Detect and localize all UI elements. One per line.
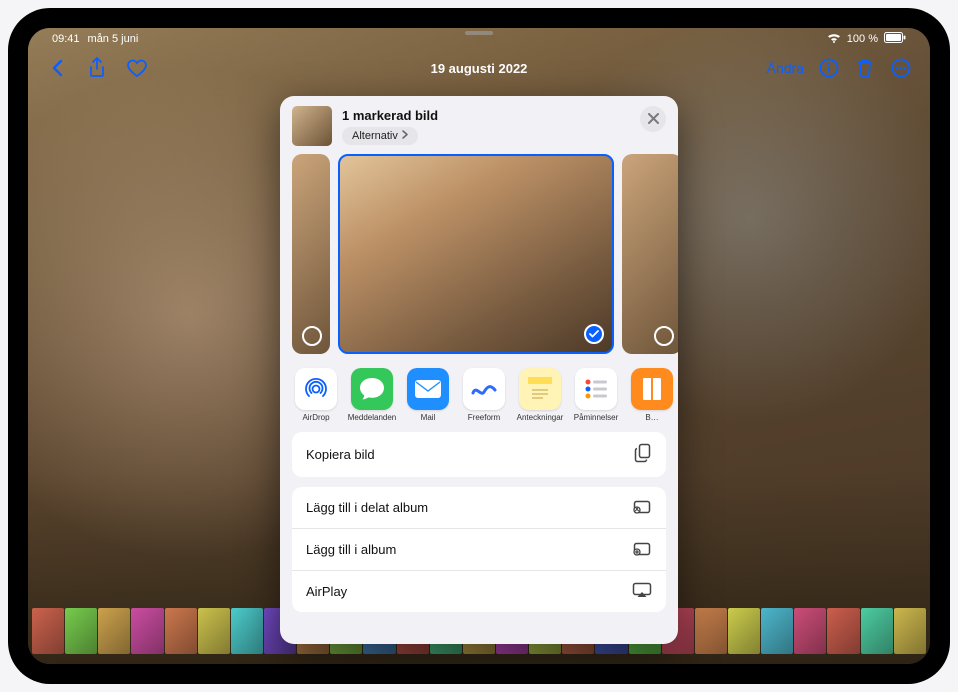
notes-icon: [519, 368, 561, 410]
photo-carousel[interactable]: [280, 154, 678, 354]
action-copy-label: Kopiera bild: [306, 447, 375, 462]
chevron-right-icon: [402, 130, 408, 142]
carousel-item-selected[interactable]: [338, 154, 614, 354]
share-sheet: 1 markerad bild Alternativ: [280, 96, 678, 644]
shared-album-icon: [632, 498, 652, 517]
messages-icon: [351, 368, 393, 410]
battery-text: 100 %: [847, 33, 878, 45]
share-app-airdrop[interactable]: AirDrop: [290, 368, 342, 422]
more-button[interactable]: [890, 57, 912, 79]
share-app-row[interactable]: AirDrop Meddelanden Mail Freeform Anteck…: [280, 354, 678, 432]
edit-button[interactable]: Ändra: [767, 60, 804, 76]
selection-ring-icon[interactable]: [654, 326, 674, 346]
share-app-reminders[interactable]: Påminnelser: [570, 368, 622, 422]
share-button[interactable]: [86, 57, 108, 79]
share-app-books[interactable]: B…: [626, 368, 678, 422]
airdrop-icon: [295, 368, 337, 410]
share-app-label: Påminnelser: [574, 414, 618, 422]
status-time: 09:41: [52, 33, 80, 45]
options-button[interactable]: Alternativ: [342, 127, 418, 145]
share-app-mail[interactable]: Mail: [402, 368, 454, 422]
selection-ring-icon[interactable]: [302, 326, 322, 346]
copy-icon: [634, 443, 652, 466]
close-button[interactable]: [640, 106, 666, 132]
airplay-icon: [632, 582, 652, 601]
share-app-label: B…: [645, 414, 658, 422]
album-icon: [632, 540, 652, 559]
action-album-label: Lägg till i album: [306, 542, 396, 557]
freeform-icon: [463, 368, 505, 410]
selected-photo-thumbnail: [292, 106, 332, 146]
close-icon: [648, 112, 659, 127]
share-app-freeform[interactable]: Freeform: [458, 368, 510, 422]
options-label: Alternativ: [352, 130, 398, 142]
share-app-label: AirDrop: [302, 414, 329, 422]
action-shared-album-label: Lägg till i delat album: [306, 500, 428, 515]
info-button[interactable]: [818, 57, 840, 79]
back-button[interactable]: [46, 57, 68, 79]
share-app-label: Freeform: [468, 414, 500, 422]
share-sheet-title: 1 markerad bild: [342, 108, 438, 123]
action-airplay[interactable]: AirPlay: [292, 570, 666, 612]
action-add-album[interactable]: Lägg till i album: [292, 528, 666, 570]
reminders-icon: [575, 368, 617, 410]
action-copy[interactable]: Kopiera bild: [292, 432, 666, 477]
status-bar: 09:41 mån 5 juni 100 %: [28, 28, 930, 50]
nav-bar: 19 augusti 2022 Ändra: [28, 50, 930, 86]
battery-icon: [884, 32, 906, 46]
status-date: mån 5 juni: [88, 33, 139, 45]
carousel-item-next[interactable]: [622, 154, 678, 354]
wifi-icon: [827, 33, 841, 46]
action-add-shared-album[interactable]: Lägg till i delat album: [292, 487, 666, 528]
books-icon: [631, 368, 673, 410]
share-app-label: Mail: [421, 414, 436, 422]
favorite-button[interactable]: [126, 57, 148, 79]
share-app-messages[interactable]: Meddelanden: [346, 368, 398, 422]
share-app-label: Anteckningar: [517, 414, 564, 422]
share-app-notes[interactable]: Anteckningar: [514, 368, 566, 422]
selection-check-icon[interactable]: [584, 324, 604, 344]
share-app-label: Meddelanden: [348, 414, 396, 422]
page-title: 19 augusti 2022: [431, 61, 528, 76]
mail-icon: [407, 368, 449, 410]
trash-button[interactable]: [854, 57, 876, 79]
action-airplay-label: AirPlay: [306, 584, 347, 599]
carousel-item-previous[interactable]: [292, 154, 330, 354]
